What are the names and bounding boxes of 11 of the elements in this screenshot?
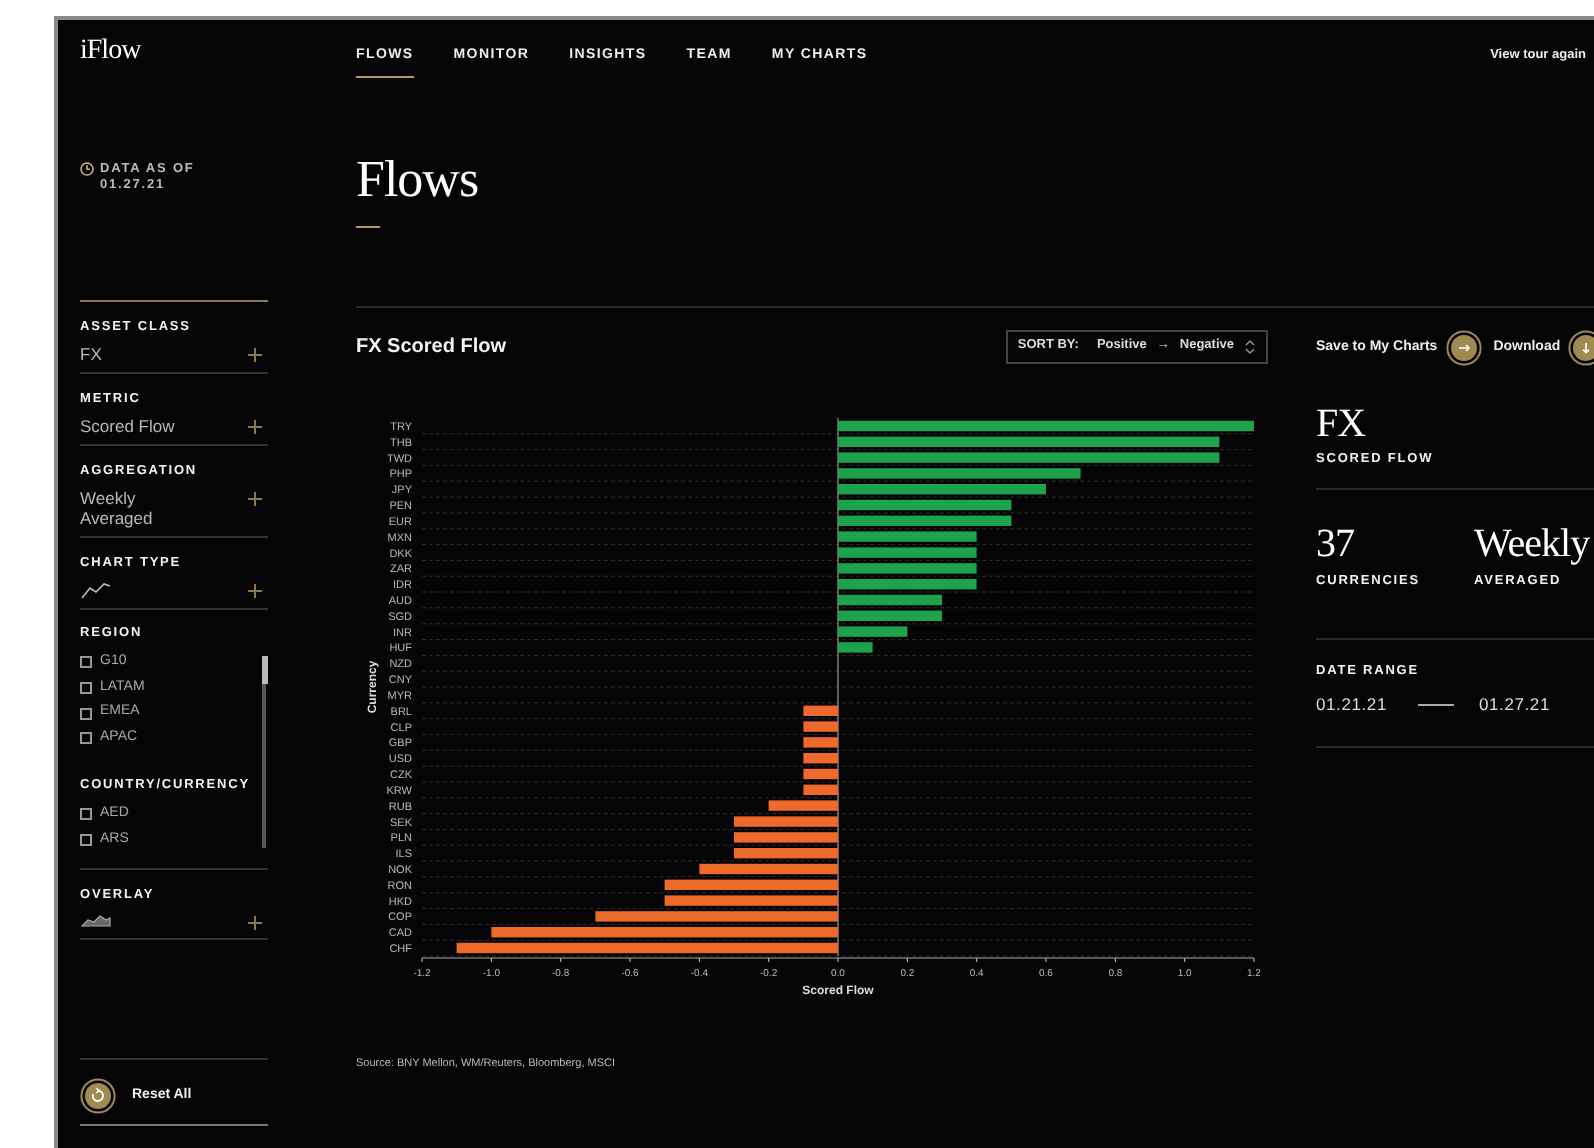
chart-title: FX Scored Flow (356, 333, 507, 361)
filter-value[interactable]: Weekly Averaged (80, 488, 200, 528)
asset-value: FX (1316, 402, 1368, 446)
start-date: 01.21.21 (1316, 692, 1387, 718)
stat-value: 37 (1316, 522, 1356, 566)
filter-value[interactable]: Scored Flow (80, 416, 175, 436)
logo[interactable]: iFlow (80, 36, 268, 68)
end-date: 01.27.21 (1479, 692, 1550, 718)
page-title: Flows (356, 152, 481, 208)
stat-value: Weekly (1474, 522, 1592, 566)
filter-value[interactable]: FX (80, 344, 102, 364)
